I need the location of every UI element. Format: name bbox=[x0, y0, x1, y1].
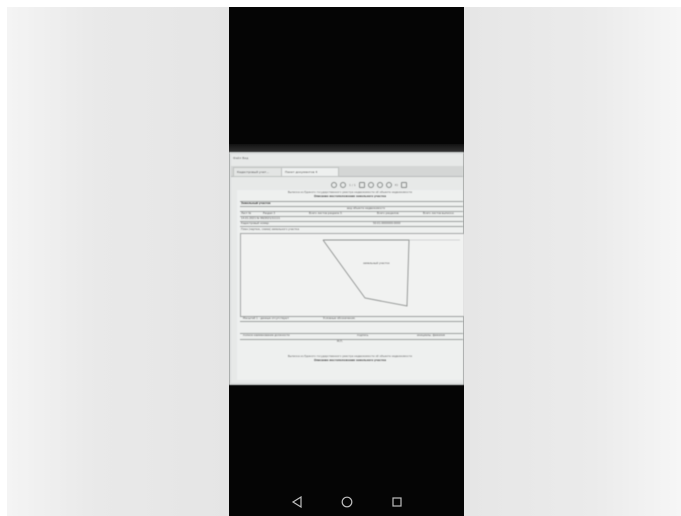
document-viewer-window: Файл Вид Кадастровый учет... Пакет докум… bbox=[231, 154, 464, 383]
total-sections: Всего разделов: bbox=[377, 212, 400, 215]
table-border bbox=[240, 201, 463, 202]
parcel-plan: земельный участок bbox=[240, 233, 464, 317]
footer-label1: полное наименование должности bbox=[243, 334, 290, 337]
monitor-screen-photo: Файл Вид Кадастровый учет... Пакет докум… bbox=[229, 152, 464, 385]
footer-note1: Выписка из Единого государственного реес… bbox=[287, 355, 413, 358]
total-sheets: Всего листов раздела 3: bbox=[309, 212, 343, 215]
cadastral-label: Кадастровый номер: bbox=[241, 222, 270, 225]
print-icon[interactable] bbox=[367, 182, 374, 188]
blurred-background-left bbox=[7, 7, 229, 516]
page-icon[interactable] bbox=[358, 182, 365, 188]
page-indicator: 1 / 1 bbox=[349, 183, 356, 187]
parcel-drawing bbox=[322, 239, 460, 307]
save-icon[interactable] bbox=[376, 182, 383, 188]
plan-title: План (чертеж, схема) земельного участка bbox=[241, 228, 300, 231]
document-page: Выписка из Единого государственного реес… bbox=[237, 190, 464, 380]
recents-square-icon[interactable] bbox=[390, 495, 404, 509]
tab-bar: Кадастровый учет... Пакет документов 4 bbox=[231, 166, 463, 177]
table-border bbox=[240, 339, 463, 340]
date-number: 14.01.2021 № 99/2021/11111 bbox=[241, 217, 281, 220]
row-subtitle: вид объекта недвижимости bbox=[347, 207, 386, 210]
table-border bbox=[240, 226, 463, 227]
back-triangle-icon[interactable] bbox=[290, 495, 304, 509]
footer-label2: подпись bbox=[357, 334, 369, 337]
android-nav-bar bbox=[229, 487, 464, 516]
total-sheets-doc: Всего листов выписки: bbox=[423, 212, 455, 215]
menu-icon[interactable] bbox=[401, 182, 407, 188]
section-label: Раздел 3 bbox=[263, 212, 276, 215]
tab-cadastral[interactable]: Кадастровый учет... bbox=[233, 167, 283, 177]
tab-package[interactable]: Пакет документов 4 bbox=[281, 167, 339, 177]
viewer-toolbar: 1 / 1 Ю bbox=[331, 181, 461, 189]
home-circle-icon[interactable] bbox=[340, 495, 354, 509]
phone-screenshot: Файл Вид Кадастровый учет... Пакет докум… bbox=[229, 7, 464, 516]
zoom-out-icon[interactable] bbox=[331, 182, 337, 188]
table-border bbox=[240, 321, 463, 322]
footer-mp: М.П. bbox=[337, 340, 343, 343]
cadastral-value: 50:01:0000000:0000 bbox=[373, 222, 401, 225]
zoom-label: Ю bbox=[394, 183, 398, 187]
doc-header-line1: Выписка из Единого государственного реес… bbox=[287, 191, 413, 194]
zoom-in-icon[interactable] bbox=[340, 182, 346, 188]
sheet-label: Лист № bbox=[241, 212, 252, 215]
settings-icon[interactable] bbox=[385, 182, 392, 188]
footer-label3: инициалы, фамилия bbox=[417, 334, 445, 337]
footer-note2: Описание местоположения земельного участ… bbox=[314, 359, 386, 362]
app-menu[interactable]: Файл Вид bbox=[233, 156, 248, 160]
doc-header-line2: Описание местоположения земельного участ… bbox=[314, 195, 386, 198]
scale-label: Масштаб 1 : данные отсутствуют bbox=[243, 317, 289, 320]
blurred-background-right bbox=[464, 7, 681, 516]
parcel-boundary bbox=[322, 239, 410, 307]
section-title: Земельный участок bbox=[241, 202, 271, 205]
legend-label: Условные обозначения: bbox=[323, 317, 356, 320]
plan-parcel-label: земельный участок bbox=[363, 262, 390, 265]
